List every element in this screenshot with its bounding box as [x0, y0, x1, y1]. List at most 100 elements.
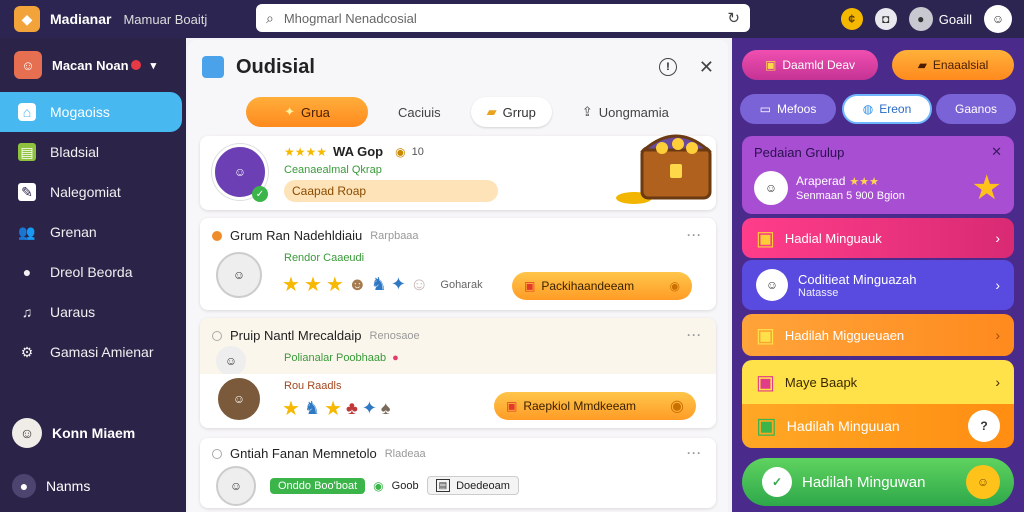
featured-tag: Caapad Roap	[284, 180, 498, 202]
notification-icon[interactable]: ◘	[874, 8, 897, 30]
group-card-2[interactable]: Pruip Nantl Mrecaldaip Renosaoe ··· ☺ Po…	[200, 318, 716, 428]
more-options-icon[interactable]: ···	[687, 228, 702, 242]
search-bar[interactable]: ⌕ ↻	[256, 4, 750, 32]
filter-mefoos[interactable]: ▭ Mefoos	[740, 94, 836, 124]
sidebar-user-name: Macan Noan	[52, 57, 129, 73]
more-options-icon[interactable]: ···	[687, 328, 702, 342]
card-meta: Rarpbaaa	[370, 229, 419, 242]
coin-avatar[interactable]: ●	[908, 7, 933, 31]
sidebar-item-mogaoiss[interactable]: ⌂ Mogaoiss	[0, 92, 182, 132]
star-icon: ★	[971, 169, 1002, 207]
book-icon: ▤	[18, 143, 36, 161]
status-dot-icon	[212, 230, 222, 241]
panel-icon	[202, 56, 224, 78]
rewards-panel: ▣ Daamld Deav ▰ Enaaalsial ▭ Mefoos ◍ Er…	[732, 38, 1024, 512]
gift-icon: ▣	[764, 58, 777, 72]
sidebar-user[interactable]: ☺ Macan Noan ▾	[0, 38, 186, 92]
page-title: Oudisial	[236, 55, 315, 78]
reward-item-3[interactable]: ▣ Hadilah Miggueuaen ›	[742, 314, 1014, 356]
app-subtitle: Mamuar Boaitj	[123, 11, 208, 27]
list-icon: ▭	[759, 102, 771, 116]
card-title: Pruip Nantl Mrecaldaip	[230, 328, 362, 343]
info-icon[interactable]: !	[658, 58, 677, 76]
sidebar-item-label: Grenan	[50, 224, 97, 240]
reward-item-4[interactable]: ▣ Maye Baapk ›	[742, 360, 1014, 404]
search-input[interactable]	[283, 10, 728, 26]
character-icon: ☻	[347, 274, 367, 294]
star-icon: ★	[282, 398, 300, 420]
special-button[interactable]: ▰ Enaaalsial	[892, 50, 1014, 80]
reaction-row: ★ ★ ★ ☻ ♞ ✦ ☺ Goharak	[282, 272, 483, 297]
promo-card[interactable]: Pedaian Grulup ✕ ☺ Araperad ★★★ Senmaan …	[742, 136, 1014, 214]
character-icon: ☺	[410, 274, 429, 294]
chevron-right-icon: ›	[995, 230, 1000, 246]
sidebar-item-dreol-beorda[interactable]: ● Dreol Beorda	[0, 252, 186, 292]
top-bar: ◆ Madianar Mamuar Boaitj ⌕ ↻ ¢ ◘ ● Goail…	[0, 0, 1024, 38]
member-avatar: ☺	[216, 252, 262, 298]
chevron-down-icon[interactable]: ▾	[151, 59, 157, 72]
close-icon[interactable]: ✕	[991, 144, 1002, 160]
sidebar-item-label: Mogaoiss	[50, 104, 110, 120]
tab-grrup[interactable]: ▰ Grrup	[470, 97, 552, 127]
reward-label: Hadilah Minguuan	[786, 418, 900, 434]
filter-label: Ereon	[879, 102, 912, 116]
profile-avatar[interactable]: ☺	[984, 5, 1012, 33]
gear-icon: ⚙	[20, 343, 34, 360]
reward-item-2[interactable]: ☺ Coditieat Minguazah Natasse ›	[742, 260, 1014, 310]
filter-ereon[interactable]: ◍ Ereon	[842, 94, 932, 124]
treasure-chest-icon	[612, 118, 716, 208]
coin-icon[interactable]: ¢	[840, 8, 863, 30]
group-card-3[interactable]: Gntiah Fanan Memnetolo Rladeaa ··· ☺ Ond…	[200, 438, 716, 508]
refresh-icon[interactable]: ↻	[727, 9, 740, 27]
bottom-user-name: Konn Miaem	[52, 425, 136, 441]
verified-badge-icon: ✓	[252, 186, 268, 202]
featured-card[interactable]: ☺ ✓ ★★★★ WA Gop ◉ 10 Ceanaealmal Qkrap C…	[200, 134, 716, 210]
gift-icon: ▣	[524, 279, 536, 293]
sidebar-item-bladsial[interactable]: ▤ Bladsial	[0, 132, 186, 172]
card-meta: Rladeaa	[384, 447, 426, 460]
tab-caciuis[interactable]: Caciuis	[382, 97, 457, 127]
gift-icon: ▣	[756, 371, 775, 394]
card-meta: Renosaoe	[369, 329, 420, 342]
card-action-button[interactable]: ▣ Packihaandeeam ◉	[512, 272, 692, 300]
card-action-button[interactable]: ▣ Raepkiol Mmdkeeam ◉	[494, 392, 696, 420]
user-avatar: ☺	[14, 51, 42, 79]
status-badge: Onddo Boo'boat	[270, 477, 366, 494]
sidebar-item-nanms[interactable]: ● Nanms	[0, 474, 186, 498]
app-logo-icon[interactable]: ◆	[14, 6, 40, 32]
star-icon: ★	[325, 274, 344, 296]
sidebar-item-label: Nanms	[46, 478, 91, 494]
reward-label: Coditieat Minguazah	[798, 271, 917, 287]
document-button[interactable]: ▤ Doedeoam	[426, 476, 519, 495]
filter-gaanos[interactable]: Gaanos	[936, 94, 1016, 124]
coin-icon: ◉	[669, 279, 680, 293]
main-panel: Oudisial ! ✕ ✦ Grua Caciuis ▰ Grrup ⇪ Uo…	[188, 40, 728, 512]
reward-label: Maye Baapk	[784, 374, 858, 390]
user-icon: ●	[12, 474, 36, 498]
gift-icon: ▣	[756, 324, 775, 347]
tab-grua[interactable]: ✦ Grua	[246, 97, 368, 127]
search-icon: ⌕	[266, 9, 274, 26]
badge-label: Goob	[391, 479, 419, 492]
group-card-1[interactable]: Grum Ran Nadehldiaiu Rarpbaaa ··· ☺ Rend…	[200, 218, 716, 310]
more-options-icon[interactable]: ···	[687, 446, 702, 460]
info-button-icon[interactable]: ?	[968, 410, 1000, 442]
star-icon: ✦	[284, 104, 295, 119]
rating-stars: ★★★★	[284, 144, 328, 159]
sidebar-item-nalegomiat[interactable]: ✎ Nalegomiat	[0, 172, 186, 212]
edit-icon: ✎	[18, 183, 36, 201]
document-icon: ▤	[435, 479, 451, 492]
sidebar-bottom-user[interactable]: ☺ Konn Miaem	[0, 418, 186, 448]
claim-button[interactable]: ✓ Hadilah Minguwan ☺	[742, 458, 1014, 506]
sidebar-item-grenan[interactable]: 👥 Grenan	[0, 212, 186, 252]
rating-stars: ★★★	[849, 175, 879, 188]
sidebar-item-gamasi-amienar[interactable]: ⚙ Gamasi Amienar	[0, 332, 186, 372]
close-icon[interactable]: ✕	[699, 57, 714, 78]
panel-header: Oudisial ! ✕	[188, 40, 728, 94]
daily-button[interactable]: ▣ Daamld Deav	[742, 50, 878, 80]
sidebar-item-uaraus[interactable]: ♫ Uaraus	[0, 292, 186, 332]
featured-subtitle: Ceanaealmal Qkrap	[284, 164, 382, 176]
reward-item-5[interactable]: ▣ Hadilah Minguuan ?	[742, 404, 1014, 448]
people-icon: 👥	[18, 223, 36, 240]
reward-item-1[interactable]: ▣ Hadial Minguauk ›	[742, 218, 1014, 258]
